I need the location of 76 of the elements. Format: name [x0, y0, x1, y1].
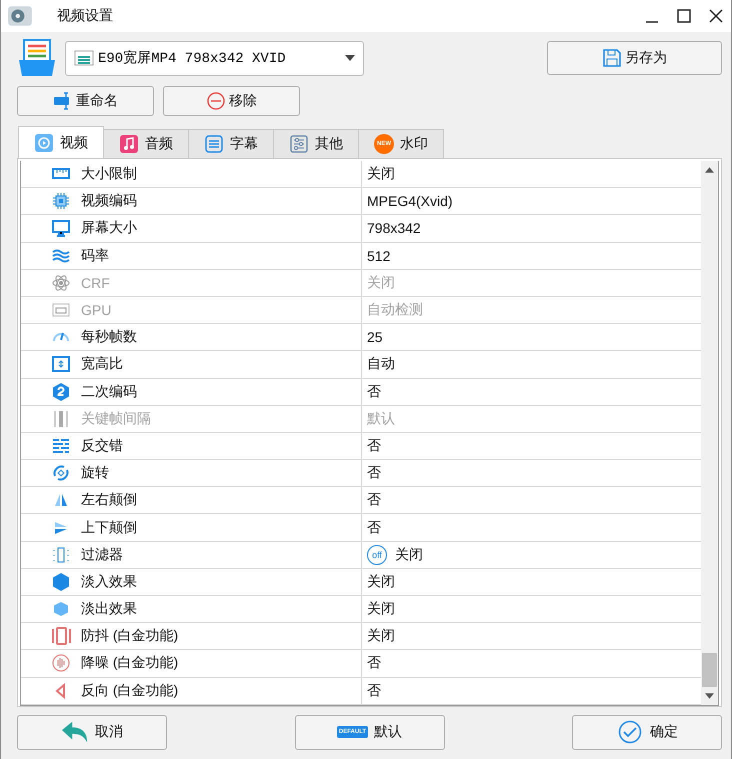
- setting-label: 视频编码: [81, 192, 137, 210]
- setting-value[interactable]: 关闭: [367, 572, 395, 591]
- off-badge: off: [367, 544, 387, 565]
- dropdown-caret-icon: [345, 55, 355, 61]
- rename-button[interactable]: 重命名: [17, 86, 154, 116]
- scrollbar[interactable]: [701, 161, 718, 705]
- monitor-icon: [51, 218, 71, 238]
- setting-label: 左右颠倒: [81, 491, 137, 510]
- setting-value[interactable]: 否: [367, 464, 381, 482]
- setting-label: 旋转: [81, 464, 109, 482]
- scroll-up-icon[interactable]: [705, 167, 714, 173]
- maximize-icon[interactable]: [677, 9, 691, 23]
- setting-value[interactable]: 否: [367, 682, 381, 700]
- preset-dropdown[interactable]: E90宽屏MP4 798x342 XVID: [65, 40, 364, 76]
- setting-label: 淡入效果: [81, 572, 137, 591]
- setting-label: 码率: [81, 246, 109, 265]
- minus-circle-icon: [206, 91, 226, 111]
- filter-icon: [51, 544, 71, 565]
- bars-icon: [51, 408, 71, 429]
- setting-value[interactable]: MPEG4(Xvid): [367, 193, 453, 210]
- phone-shake-icon: [51, 626, 71, 646]
- ok-button[interactable]: 确定: [572, 714, 722, 750]
- setting-value[interactable]: 自动: [367, 355, 395, 374]
- setting-label: 反交错: [81, 436, 123, 455]
- close-icon[interactable]: [709, 9, 723, 23]
- setting-label: 每秒帧数: [81, 328, 137, 346]
- setting-value[interactable]: 否: [367, 518, 381, 537]
- setting-label: 大小限制: [81, 165, 137, 184]
- tab[interactable]: 字幕: [188, 129, 274, 158]
- setting-value[interactable]: 关闭: [367, 627, 395, 646]
- table-icon: [74, 48, 94, 68]
- setting-value[interactable]: 否: [367, 382, 381, 401]
- setting-label: 宽高比: [81, 355, 123, 374]
- setting-label: 反向 (白金功能): [81, 682, 178, 700]
- setting-value[interactable]: 25: [367, 329, 383, 346]
- window-title: 视频设置: [57, 7, 113, 25]
- setting-value[interactable]: 关闭: [367, 165, 395, 184]
- setting-value[interactable]: 798x342: [367, 220, 421, 236]
- tab[interactable]: 其他: [273, 129, 359, 158]
- setting-label: CRF: [81, 274, 110, 291]
- check-circle-icon: [616, 720, 644, 744]
- setting-label: 关键帧间隔: [81, 410, 151, 428]
- setting-value[interactable]: 512: [367, 248, 390, 264]
- drawer-icon: [17, 38, 57, 78]
- back-arrow-icon: [61, 720, 89, 744]
- chip-icon: [51, 191, 71, 212]
- cancel-button[interactable]: 取消: [17, 714, 167, 750]
- setting-label: 二次编码: [81, 382, 137, 401]
- setting-label: 防抖 (白金功能): [81, 627, 178, 646]
- music-note-icon: [119, 134, 139, 154]
- setting-value[interactable]: 关闭: [367, 600, 395, 618]
- remove-button[interactable]: 移除: [163, 86, 300, 116]
- setting-value[interactable]: 否: [367, 654, 381, 672]
- tab[interactable]: 音频: [103, 129, 189, 158]
- sliders-icon: [289, 134, 309, 154]
- atom-icon: [51, 272, 71, 293]
- scroll-down-icon[interactable]: [705, 692, 714, 699]
- setting-label: 屏幕大小: [81, 219, 137, 238]
- setting-label: 降噪 (白金功能): [81, 654, 178, 672]
- scroll-thumb[interactable]: [702, 652, 717, 687]
- number-two-icon: [51, 382, 71, 402]
- save-as-button[interactable]: 另存为: [547, 41, 722, 75]
- setting-value[interactable]: 关闭: [395, 546, 423, 564]
- sound-wave-icon: [51, 653, 71, 674]
- setting-label: 上下颠倒: [81, 518, 137, 537]
- list-icon: [204, 134, 224, 154]
- setting-value[interactable]: 否: [367, 491, 381, 510]
- setting-label: 过滤器: [81, 546, 123, 564]
- aspect-icon: [51, 354, 71, 374]
- tab[interactable]: 视频: [18, 126, 104, 158]
- hexagon-icon: [51, 572, 71, 592]
- play-icon: [34, 132, 54, 152]
- setting-value[interactable]: 否: [367, 436, 381, 455]
- setting-label: 淡出效果: [81, 600, 137, 618]
- setting-label: GPU: [81, 302, 112, 318]
- rotate-icon: [51, 463, 71, 484]
